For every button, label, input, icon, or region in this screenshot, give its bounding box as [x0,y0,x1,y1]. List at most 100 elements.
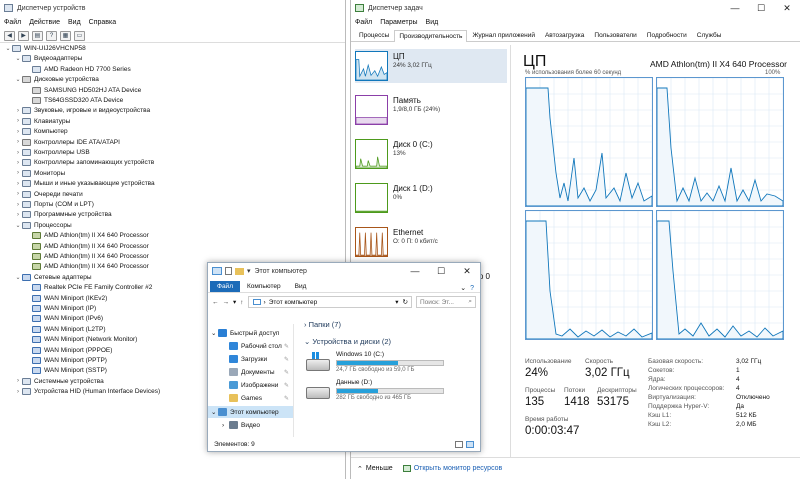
forward-icon[interactable]: ▶ [18,30,29,41]
tree-device[interactable]: AMD Athlon(tm) II X4 640 Processor [24,242,149,251]
less-details-button[interactable]: ⌃ Меньше [357,465,393,473]
tree-device[interactable]: WAN Miniport (PPTP) [24,356,107,365]
tree-category[interactable]: › Компьютер [14,127,68,136]
nav-item[interactable]: › Видео [208,419,293,431]
group-devices[interactable]: ⌄ Устройства и диски (2) [304,337,391,346]
collapsed-chevron-icon[interactable]: › [14,202,22,208]
tree-device[interactable]: WAN Miniport (SSTP) [24,366,107,375]
collapsed-chevron-icon[interactable]: › [14,181,22,187]
tab-1[interactable]: Производительность [394,30,468,42]
tree-device[interactable]: WAN Miniport (IKEv2) [24,294,107,303]
group-folders[interactable]: › Папки (7) [304,320,341,329]
tree-category[interactable]: ⌄ Видеоадаптеры [14,54,82,63]
address-dropdown-icon[interactable]: ▾ [395,298,398,306]
tab-3[interactable]: Автозагрузка [540,29,589,41]
menu-item[interactable]: Справка [89,19,116,26]
ribbon-tab[interactable]: Компьютер [240,281,288,292]
new-folder-icon[interactable] [235,267,244,275]
tree-device[interactable]: SAMSUNG HD502HJ ATA Device [24,86,141,95]
tiles-view-icon[interactable] [466,440,474,448]
drive-item[interactable]: Данные (D:) 282 ГБ свободно из 465 ГБ [306,379,456,405]
back-icon[interactable]: ◀ [4,30,15,41]
tree-device[interactable]: AMD Athlon(tm) II X4 640 Processor [24,252,149,261]
tab-6[interactable]: Службы [692,29,727,41]
menu-item[interactable]: Параметры [380,19,417,26]
nav-item[interactable]: ⌄ Этот компьютер [208,406,293,418]
menu-item[interactable]: Файл [4,19,21,26]
tree-category[interactable]: › Мониторы [14,169,65,178]
ribbon-tab[interactable]: Вид [288,281,314,292]
resource-item[interactable]: Ethernet О: 0 П: 0 кбит/с [355,225,507,259]
collapsed-chevron-icon[interactable]: › [14,129,22,135]
tree-device[interactable]: WAN Miniport (L2TP) [24,325,106,334]
help-icon[interactable]: ? [470,285,474,292]
nav-item[interactable]: Документы ✎ [208,366,293,378]
expanded-chevron-icon[interactable]: ⌄ [14,76,22,83]
menu-item[interactable]: Вид [68,19,81,26]
tab-5[interactable]: Подробности [642,29,692,41]
tree-category[interactable]: ⌄ Процессоры [14,221,72,230]
menu-item[interactable]: Файл [355,19,372,26]
tree-device[interactable]: Realtek PCIe FE Family Controller #2 [24,283,152,292]
collapsed-chevron-icon[interactable]: › [14,118,22,124]
tab-0[interactable]: Процессы [354,29,394,41]
nav-item[interactable]: ⌄ Быстрый доступ [208,327,293,339]
expanded-chevron-icon[interactable]: ⌄ [14,222,22,229]
tree-category[interactable]: › Клавиатуры [14,117,70,126]
nav-item[interactable]: Изображени ✎ [208,379,293,391]
up-icon[interactable]: ↑ [240,299,243,306]
collapsed-chevron-icon[interactable]: › [14,389,22,395]
collapsed-chevron-icon[interactable]: › [14,160,22,166]
search-input[interactable]: Поиск: Эт... ⌕ [416,296,476,308]
nav-item[interactable]: Games ✎ [208,392,293,404]
tree-category[interactable]: ⌄ Сетевые адаптеры [14,273,92,282]
tree-category[interactable]: › Устройства HID (Human Interface Devices… [14,387,160,396]
address-bar[interactable]: › Этот компьютер ▾ ↻ [247,296,412,308]
qat-dropdown-icon[interactable]: ▾ [247,267,251,275]
expanded-chevron-icon[interactable]: ⌄ [14,55,22,62]
resource-item[interactable]: ЦП 24% 3,02 ГГц [355,49,507,83]
tree-category[interactable]: ⌄ Дисковые устройства [14,75,99,84]
nav-item[interactable]: Загрузки ✎ [208,353,293,365]
tree-device[interactable]: TS64GSSD320 ATA Device [24,96,123,105]
expanded-chevron-icon[interactable]: ⌄ [14,274,22,281]
tree-category[interactable]: › Контроллеры IDE ATA/ATAPI [14,138,120,147]
ribbon-tab[interactable]: Файл [210,281,240,292]
nav-item[interactable]: Рабочий стол ✎ [208,340,293,352]
monitor-icon[interactable]: ▭ [74,30,85,41]
expanded-chevron-icon[interactable]: ⌄ [4,45,12,52]
tree-category[interactable]: › Контроллеры запоминающих устройств [14,158,154,167]
tree-device[interactable]: AMD Athlon(tm) II X4 640 Processor [24,262,149,271]
menu-item[interactable]: Вид [426,19,439,26]
chevron-down-icon[interactable]: ⌄ [211,408,218,416]
collapsed-chevron-icon[interactable]: › [14,139,22,145]
minimize-icon[interactable]: — [402,263,428,279]
minimize-icon[interactable]: — [722,0,748,16]
menu-item[interactable]: Действие [29,19,60,26]
tree-device[interactable]: WAN Miniport (PPPOE) [24,346,112,355]
back-icon[interactable]: ← [212,299,219,306]
tree-device[interactable]: WAN Miniport (IP) [24,304,96,313]
ribbon-expand-icon[interactable]: ⌄ [460,284,466,292]
tree-device[interactable]: AMD Athlon(tm) II X4 640 Processor [24,231,149,240]
forward-icon[interactable]: → [223,299,230,306]
collapsed-chevron-icon[interactable]: › [14,150,22,156]
collapsed-chevron-icon[interactable]: › [14,170,22,176]
tab-4[interactable]: Пользователи [589,29,641,41]
tree-device[interactable]: AMD Radeon HD 7700 Series [24,65,131,74]
tree-category[interactable]: › Контроллеры USB [14,148,90,157]
resource-item[interactable]: Диск 1 (D:) 0% [355,181,507,215]
tab-2[interactable]: Журнал приложений [467,29,540,41]
details-view-icon[interactable] [455,440,463,448]
tree-category[interactable]: › Системные устройства [14,377,104,386]
help-icon[interactable]: ? [46,30,57,41]
drive-item[interactable]: Windows 10 (C:) 24,7 ГБ свободно из 59,0 … [306,351,456,377]
tree-root[interactable]: ⌄ WIN-UIJ26VHCNP58 [4,44,86,53]
collapsed-chevron-icon[interactable]: › [14,378,22,384]
tree-category[interactable]: › Звуковые, игровые и видеоустройства [14,106,150,115]
properties-icon[interactable]: ▤ [32,30,43,41]
close-icon[interactable]: ✕ [454,263,480,279]
tree-category[interactable]: › Порты (COM и LPT) [14,200,94,209]
tree-device[interactable]: WAN Miniport (Network Monitor) [24,335,137,344]
maximize-icon[interactable]: ☐ [748,0,774,16]
